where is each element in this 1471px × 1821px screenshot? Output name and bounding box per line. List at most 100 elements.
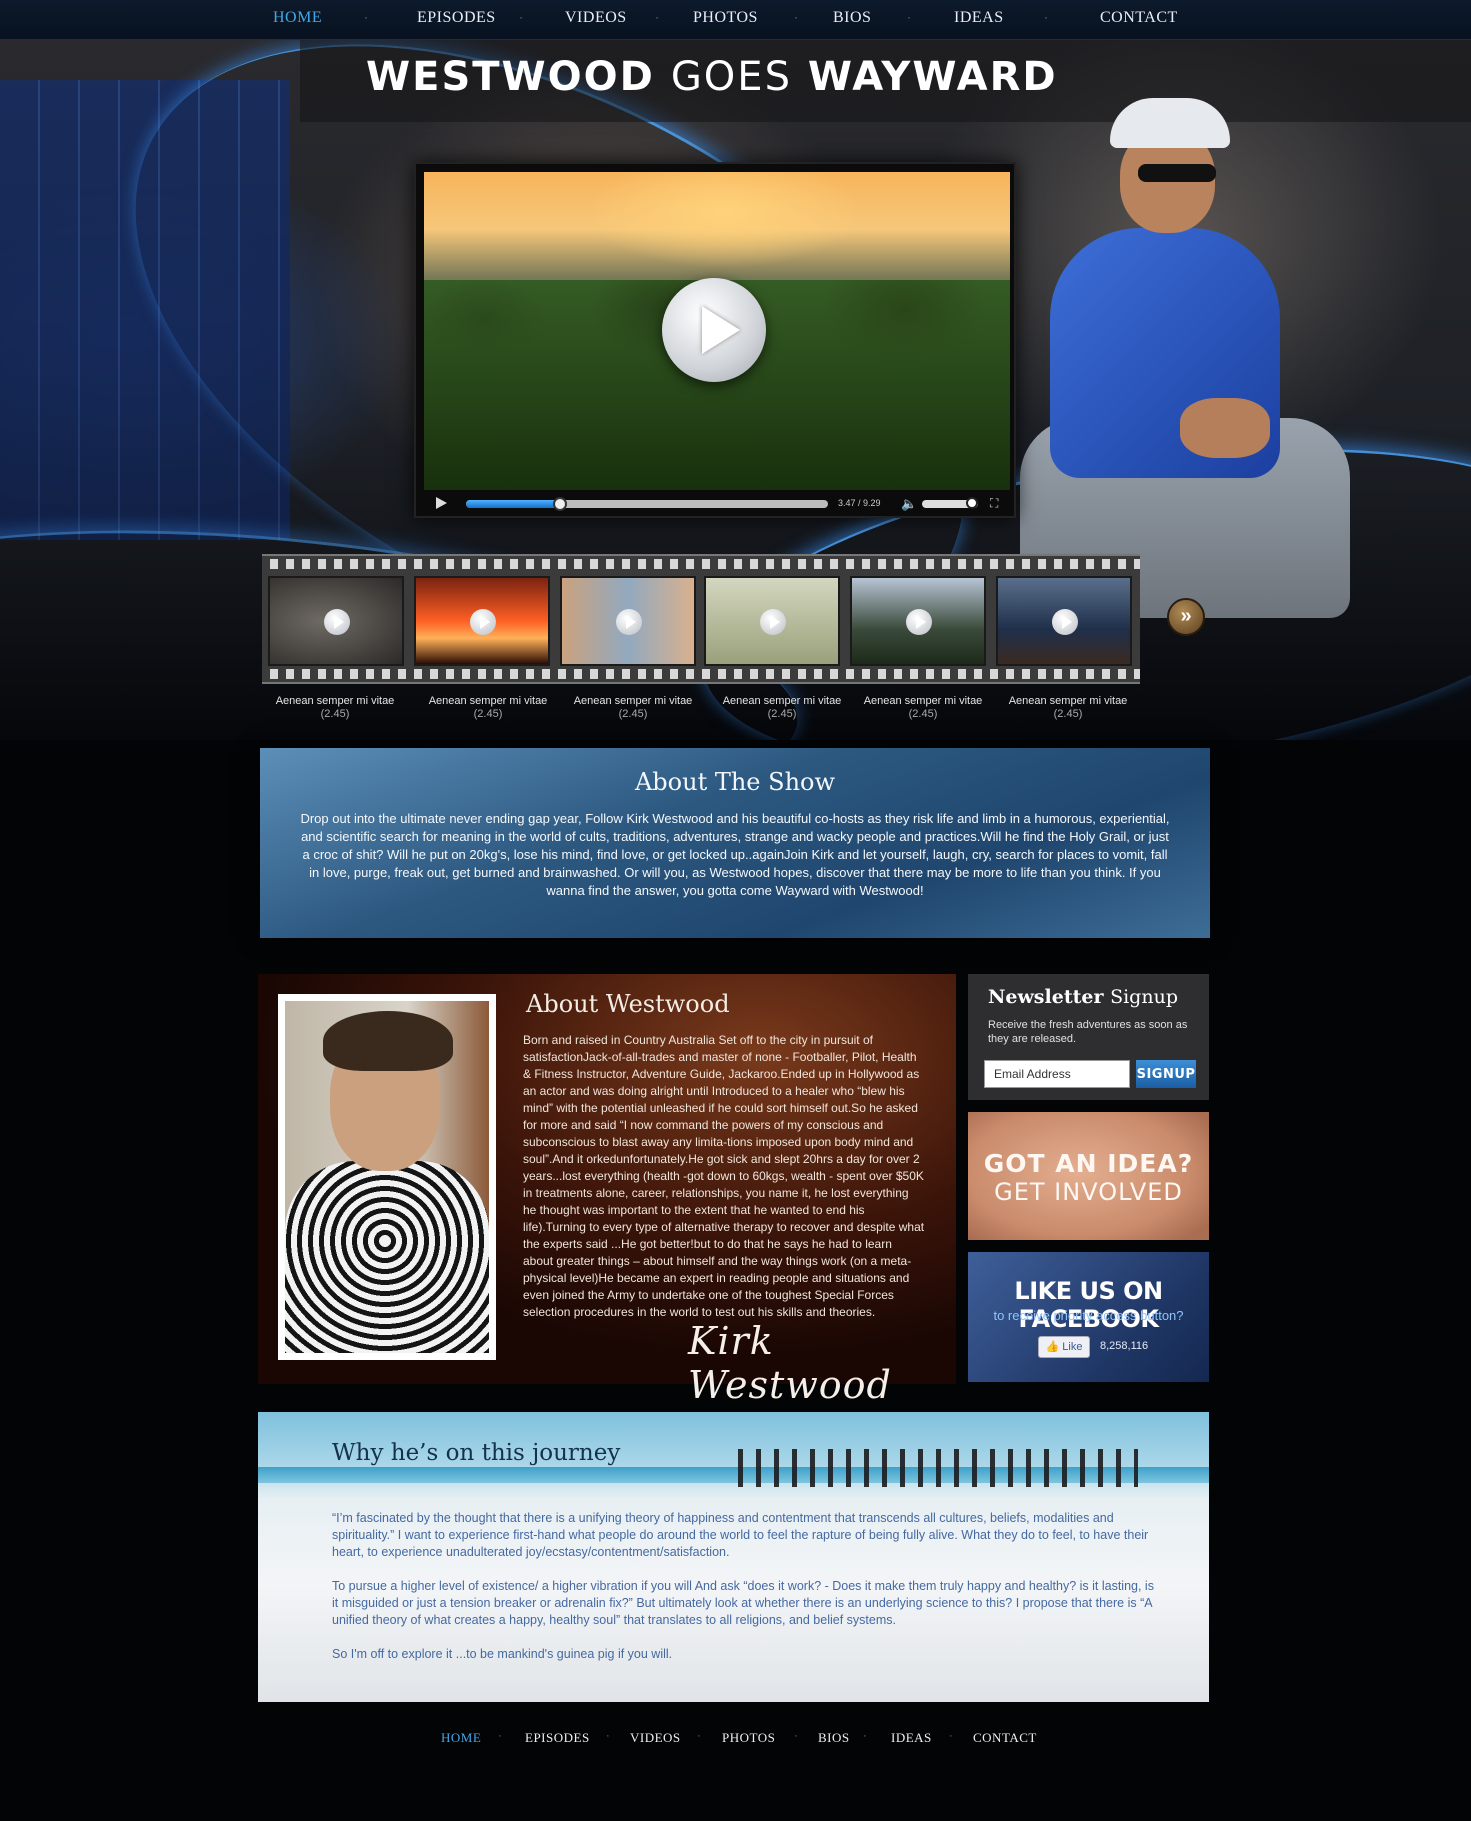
speaker-icon[interactable]: 🔈 xyxy=(901,496,917,512)
about-westwood-title: About Westwood xyxy=(526,990,730,1018)
nav-episodes[interactable]: EPISODES xyxy=(417,9,496,27)
episode-thumb[interactable] xyxy=(704,576,840,666)
play-icon[interactable] xyxy=(760,609,786,635)
play-icon[interactable] xyxy=(662,278,766,382)
got-an-idea-banner[interactable]: GOT AN IDEA? GET INVOLVED xyxy=(968,1112,1209,1240)
nav-separator: · xyxy=(697,1730,701,1742)
about-show-section: About The Show Drop out into the ultimat… xyxy=(260,748,1210,938)
episode-duration: (2.45) xyxy=(908,708,938,720)
episode-thumb[interactable] xyxy=(850,576,986,666)
like-count: 8,258,116 xyxy=(1100,1340,1149,1352)
nav-separator: · xyxy=(1044,10,1048,24)
episode-thumb[interactable] xyxy=(414,576,550,666)
nav-photos[interactable]: PHOTOS xyxy=(693,9,758,27)
nav-separator: · xyxy=(655,10,659,24)
nav-contact[interactable]: CONTACT xyxy=(1100,9,1178,27)
thumbs-up-icon: 👍 xyxy=(1045,1341,1060,1353)
double-chevron-right-icon[interactable]: » xyxy=(1167,598,1205,636)
site-title[interactable]: WESTWOOD GOES WAYWARD xyxy=(366,54,1058,100)
idea-subheadline: GET INVOLVED xyxy=(994,1178,1183,1206)
title-word: WESTWOOD xyxy=(366,54,655,100)
fullscreen-icon[interactable]: ⛶ xyxy=(990,496,998,511)
volume-slider[interactable] xyxy=(922,497,978,509)
film-perforation xyxy=(262,669,1140,679)
progress-fill xyxy=(466,500,561,508)
episode-caption[interactable]: Aenean semper mi vitae (2.45) xyxy=(853,695,993,721)
footer-nav-ideas[interactable]: IDEAS xyxy=(891,1730,932,1746)
facebook-banner: LIKE US ON FACEBOOK to receive priority … xyxy=(968,1252,1209,1382)
journey-section: Why he’s on this journey “I’m fascinated… xyxy=(258,1412,1209,1702)
about-show-title: About The Show xyxy=(634,768,836,796)
nav-videos[interactable]: VIDEOS xyxy=(565,9,627,27)
play-icon[interactable] xyxy=(436,497,447,509)
film-perforation xyxy=(262,559,1140,569)
episode-caption[interactable]: Aenean semper mi vitae (2.45) xyxy=(418,695,558,721)
top-nav: HOME · EPISODES · VIDEOS · PHOTOS · BIOS… xyxy=(0,0,1471,40)
signup-button[interactable]: SIGNUP xyxy=(1136,1060,1196,1088)
nav-separator: · xyxy=(863,1730,867,1742)
episode-title: Aenean semper mi vitae xyxy=(1008,695,1128,707)
newsletter-title-bold: Newsletter xyxy=(988,986,1104,1008)
episode-title: Aenean semper mi vitae xyxy=(428,695,548,707)
progress-bar[interactable] xyxy=(466,497,828,511)
nav-separator: · xyxy=(498,1730,502,1742)
footer-nav-photos[interactable]: PHOTOS xyxy=(722,1730,775,1746)
journey-paragraph: So I'm off to explore it ...to be mankin… xyxy=(332,1647,673,1661)
episode-title: Aenean semper mi vitae xyxy=(863,695,983,707)
time-readout: 3.47 / 9.29 xyxy=(838,498,881,508)
play-icon[interactable] xyxy=(616,609,642,635)
newsletter-description: Receive the fresh adventures as soon as … xyxy=(988,1019,1188,1045)
facebook-like-button[interactable]: 👍 Like xyxy=(1038,1336,1090,1358)
nav-separator: · xyxy=(907,10,911,24)
player-controls: 3.47 / 9.29 🔈 ⛶ xyxy=(424,492,1010,516)
about-show-text: Drop out into the ultimate never ending … xyxy=(300,811,1170,898)
walking-figures xyxy=(738,1449,1138,1487)
title-word: WAYWARD xyxy=(807,54,1058,100)
episode-duration: (2.45) xyxy=(767,708,797,720)
episode-duration: (2.45) xyxy=(618,708,648,720)
newsletter-title-light: Signup xyxy=(1110,986,1178,1008)
footer-nav-home[interactable]: HOME xyxy=(441,1730,481,1746)
play-icon[interactable] xyxy=(324,609,350,635)
play-icon[interactable] xyxy=(1052,609,1078,635)
portrait-photo xyxy=(285,1001,489,1353)
title-word: GOES xyxy=(670,54,792,100)
about-westwood-section: About Westwood Born and raised in Countr… xyxy=(258,974,956,1407)
newsletter-signup: Newsletter Signup Receive the fresh adve… xyxy=(968,974,1209,1100)
journey-body: “I’m fascinated by the thought that ther… xyxy=(332,1510,1162,1680)
footer-nav-videos[interactable]: VIDEOS xyxy=(630,1730,681,1746)
episode-caption[interactable]: Aenean semper mi vitae (2.45) xyxy=(265,695,405,721)
play-icon[interactable] xyxy=(906,609,932,635)
episode-thumb[interactable] xyxy=(268,576,404,666)
nav-ideas[interactable]: IDEAS xyxy=(954,9,1004,27)
footer-nav-episodes[interactable]: EPISODES xyxy=(525,1730,590,1746)
video-frame[interactable] xyxy=(424,172,1010,490)
idea-headline: GOT AN IDEA? xyxy=(983,1149,1194,1178)
about-westwood-text: Born and raised in Country Australia Set… xyxy=(523,1033,925,1319)
episode-caption[interactable]: Aenean semper mi vitae (2.45) xyxy=(563,695,703,721)
journey-paragraph: To pursue a higher level of existence/ a… xyxy=(332,1579,1154,1627)
nav-separator: · xyxy=(364,10,368,24)
email-field[interactable] xyxy=(984,1060,1130,1088)
portrait-frame xyxy=(278,994,496,1360)
footer-nav-bios[interactable]: BIOS xyxy=(818,1730,850,1746)
episode-filmstrip xyxy=(262,554,1140,684)
newsletter-title: Newsletter Signup xyxy=(988,986,1178,1008)
journey-paragraph: “I’m fascinated by the thought that ther… xyxy=(332,1511,1149,1559)
facebook-subtitle: to receive priority access button? xyxy=(993,1308,1184,1323)
play-icon[interactable] xyxy=(470,609,496,635)
volume-handle[interactable] xyxy=(965,497,978,509)
nav-bios[interactable]: BIOS xyxy=(833,9,871,27)
episode-thumb[interactable] xyxy=(560,576,696,666)
episode-caption[interactable]: Aenean semper mi vitae (2.45) xyxy=(712,695,852,721)
nav-separator: · xyxy=(794,10,798,24)
nav-home[interactable]: HOME xyxy=(273,9,322,27)
footer-nav-contact[interactable]: CONTACT xyxy=(973,1730,1037,1746)
episode-title: Aenean semper mi vitae xyxy=(573,695,693,707)
episode-duration: (2.45) xyxy=(320,708,350,720)
signature: Kirk Westwood xyxy=(688,1319,892,1407)
episode-caption[interactable]: Aenean semper mi vitae (2.45) xyxy=(998,695,1138,721)
nav-separator: · xyxy=(949,1730,953,1742)
episode-thumb[interactable] xyxy=(996,576,1132,666)
progress-handle[interactable] xyxy=(553,497,568,511)
